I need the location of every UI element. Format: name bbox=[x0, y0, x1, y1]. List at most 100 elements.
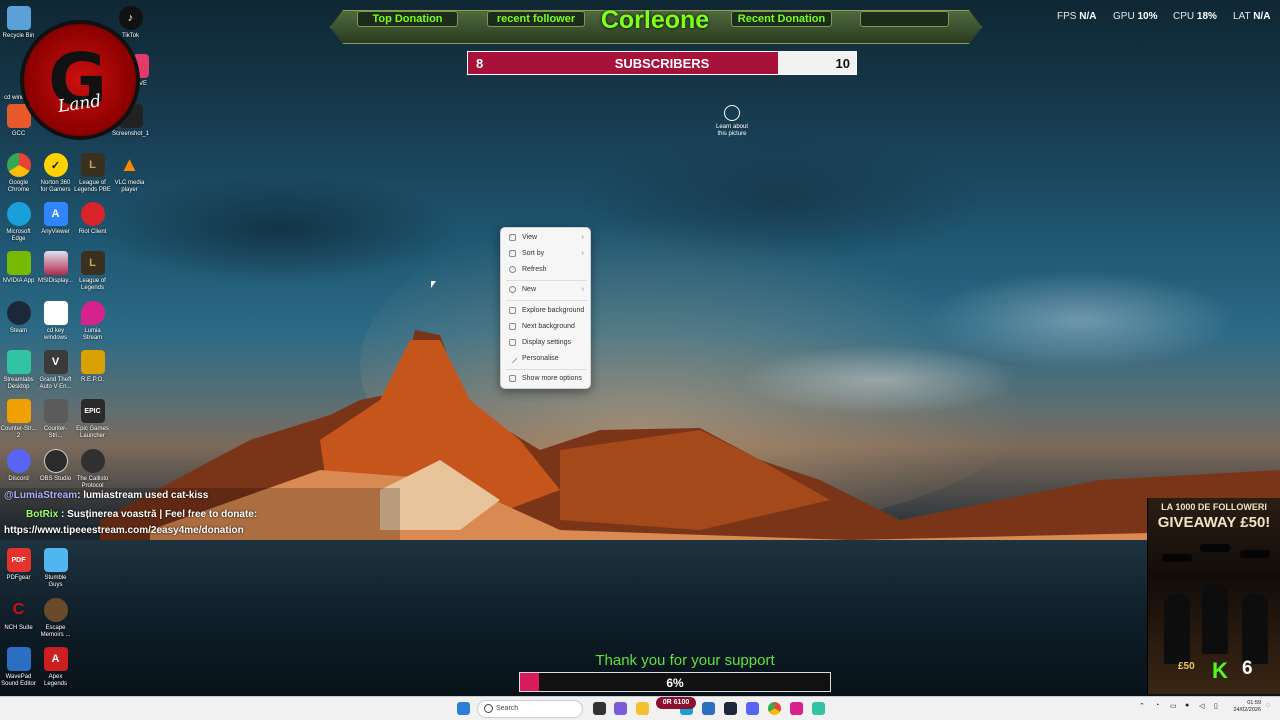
norton-icon: ✓ bbox=[43, 153, 68, 177]
menu-item-display-settings[interactable]: Display settings bbox=[501, 336, 592, 350]
desktop-icon-lol-pbe[interactable]: L League of Legends PBE bbox=[74, 153, 111, 194]
copilot-icon[interactable] bbox=[614, 702, 627, 715]
chevron-up-icon[interactable]: ⌃ bbox=[1139, 702, 1145, 710]
menu-item-sort-by[interactable]: Sort by › bbox=[501, 247, 592, 261]
menu-item-view[interactable]: View › bbox=[501, 231, 592, 245]
menu-item-new[interactable]: New › bbox=[501, 283, 592, 297]
menu-item-refresh[interactable]: Refresh bbox=[501, 263, 592, 277]
desktop-icon-counter-strike[interactable]: Counter-Stri... bbox=[37, 399, 74, 440]
taskbar: Search ⌃ ◔ ▭ ● ◁ ▯ 01:59 24/02/2026 ◌ bbox=[0, 696, 1280, 720]
chat-message: @LumiaStream: lumiastream used cat-kiss bbox=[4, 490, 208, 501]
windows-start-icon[interactable] bbox=[457, 702, 470, 715]
desktop-icon-cd-key[interactable]: cd key windows bbox=[37, 301, 74, 342]
menu-item-label: Explore background bbox=[522, 307, 585, 314]
tiktok-icon: ♪ bbox=[118, 6, 143, 30]
desktop-icon-cs2[interactable]: Counter-Str... 2 bbox=[0, 399, 37, 440]
desktop-icon-msidisplay[interactable]: MSIDisplay... bbox=[37, 251, 74, 285]
fps-label: FPS bbox=[1057, 11, 1077, 22]
store-icon[interactable] bbox=[702, 702, 715, 715]
chrome-taskbar-icon[interactable] bbox=[768, 702, 781, 715]
desktop-icon-streamlabs[interactable]: Streamlabs Desktop bbox=[0, 350, 37, 391]
refresh-icon bbox=[509, 266, 516, 273]
desktop-icon-norton[interactable]: ✓ Norton 360 for Gamers bbox=[37, 153, 74, 194]
microphone-icon[interactable]: ● bbox=[1185, 702, 1189, 709]
desktop-icon-nvidia[interactable]: NVIDIA App bbox=[0, 251, 37, 285]
lumia-taskbar-icon[interactable] bbox=[790, 702, 803, 715]
desktop-icon-gta-v[interactable]: V Grand Theft Auto V En... bbox=[37, 350, 74, 391]
desktop-icon-anyviewer[interactable]: A AnyViewer bbox=[37, 202, 74, 236]
menu-item-show-more-options[interactable]: Show more options bbox=[501, 372, 592, 386]
desktop-icon-repo[interactable]: R.E.P.O. bbox=[74, 350, 111, 384]
apex-icon: A bbox=[43, 647, 68, 671]
desktop-icon-label: PDFgear bbox=[6, 575, 31, 581]
gpu-value: 10% bbox=[1137, 11, 1158, 22]
chrome-icon bbox=[6, 153, 31, 177]
menu-divider bbox=[506, 300, 587, 301]
fedora-hat bbox=[1162, 554, 1192, 562]
chevron-right-icon: › bbox=[581, 234, 584, 241]
league-icon: L bbox=[80, 251, 105, 275]
desktop-icon-steam[interactable]: Steam bbox=[0, 301, 37, 335]
steam-taskbar-icon[interactable] bbox=[724, 702, 737, 715]
menu-item-label: Refresh bbox=[522, 266, 547, 273]
chevron-right-icon: › bbox=[581, 250, 584, 257]
desktop-icon-label: Google Chrome bbox=[7, 180, 30, 193]
desktop-icon-nch-suite[interactable]: C NCH Suite bbox=[0, 598, 37, 632]
desktop-icon-label: League of Legends PBE bbox=[74, 180, 111, 193]
desktop-icon-google-chrome[interactable]: Google Chrome bbox=[0, 153, 37, 194]
taskbar-clock[interactable]: 01:59 24/02/2026 bbox=[1229, 700, 1261, 714]
fps-stat: FPS N/A bbox=[1057, 11, 1096, 22]
mouse-cursor-icon bbox=[431, 281, 436, 288]
desktop-icon-lumia-stream[interactable]: Lumia Stream bbox=[74, 301, 111, 342]
pdf-icon: PDF bbox=[6, 548, 31, 572]
streamlabs-taskbar-icon[interactable] bbox=[812, 702, 825, 715]
menu-divider bbox=[506, 280, 587, 281]
gta-icon: V bbox=[43, 350, 68, 374]
desktop-icon-obs[interactable]: OBS Studio bbox=[37, 449, 74, 483]
desktop-icon-label: NCH Suite bbox=[4, 625, 33, 631]
desktop-icon-vlc[interactable]: ▲ VLC media player bbox=[111, 153, 148, 194]
discord-taskbar-icon[interactable] bbox=[746, 702, 759, 715]
anyviewer-icon: A bbox=[43, 202, 68, 226]
chat-text: : Susținerea voastră | Feel free to dona… bbox=[61, 509, 258, 520]
learn-about-picture[interactable]: Learn about this picture bbox=[714, 105, 750, 138]
clock-date: 24/02/2026 bbox=[1233, 707, 1261, 713]
desktop-icon-pdfgear[interactable]: PDF PDFgear bbox=[0, 548, 37, 582]
camera-icon bbox=[724, 105, 740, 121]
streamer-name: Corleone bbox=[600, 6, 710, 34]
desktop-icon-epic-games[interactable]: EPIC Epic Games Launcher bbox=[74, 399, 111, 440]
desktop-icon-escape-memoirs[interactable]: Escape Memoirs ... bbox=[37, 598, 74, 639]
taskbar-search[interactable]: Search bbox=[477, 700, 583, 718]
fps-value: N/A bbox=[1079, 11, 1097, 22]
poster-title: GIVEAWAY £50! bbox=[1157, 514, 1271, 531]
desktop-icon-edge[interactable]: Microsoft Edge bbox=[0, 202, 37, 243]
menu-item-label: Next background bbox=[522, 323, 575, 330]
desktop-icon-recycle-bin[interactable]: Recycle Bin bbox=[0, 6, 37, 40]
poster-amount: £50 bbox=[1178, 661, 1195, 672]
speaker-icon[interactable]: ◁ bbox=[1199, 702, 1204, 710]
menu-item-next-background[interactable]: Next background bbox=[501, 320, 592, 334]
task-view-icon[interactable] bbox=[593, 702, 606, 715]
desktop-icon-wavepad[interactable]: WavePad Sound Editor bbox=[0, 647, 37, 688]
chat-text: : lumiastream used cat-kiss bbox=[77, 490, 209, 501]
desktop-context-menu: View › Sort by › Refresh New › Explore back… bbox=[500, 227, 591, 389]
file-explorer-icon[interactable] bbox=[636, 702, 649, 715]
desktop-icon-discord[interactable]: Discord bbox=[0, 449, 37, 483]
brush-icon bbox=[507, 353, 518, 364]
obs-icon bbox=[43, 449, 68, 473]
desktop-icon-lol[interactable]: L League of Legends bbox=[74, 251, 111, 292]
network-icon[interactable]: ▭ bbox=[1170, 702, 1177, 710]
desktop-icon-apex-legends[interactable]: A Apex Legends bbox=[37, 647, 74, 688]
notification-icon[interactable]: ◌ bbox=[1266, 702, 1270, 709]
wifi-icon[interactable]: ◔ bbox=[1155, 702, 1159, 709]
sort-icon bbox=[509, 250, 516, 257]
subscribers-goal-bar: 8 SUBSCRIBERS 10 bbox=[467, 51, 857, 75]
menu-item-personalise[interactable]: Personalise bbox=[501, 352, 592, 366]
desktop-icon-riot-client[interactable]: Riot Client bbox=[74, 202, 111, 236]
desktop-icon-stumble-guys[interactable]: Stumble Guys bbox=[37, 548, 74, 589]
menu-item-explore-background[interactable]: Explore background bbox=[501, 304, 592, 318]
kick-icon: K bbox=[1212, 658, 1228, 683]
battery-icon[interactable]: ▯ bbox=[1214, 702, 1218, 710]
desktop-icon-callisto[interactable]: The Callisto Protocol bbox=[74, 449, 111, 490]
riot-fist-icon bbox=[80, 202, 105, 226]
